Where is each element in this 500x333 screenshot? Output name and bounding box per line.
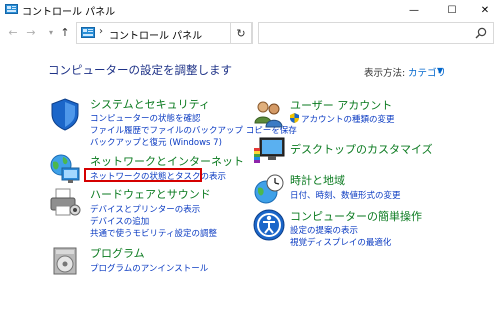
control-panel-icon <box>5 4 18 14</box>
chevron-down-icon[interactable]: ▼ <box>437 66 443 75</box>
refresh-button[interactable]: ↻ <box>230 22 252 44</box>
page-title: コンピューターの設定を調整します <box>48 63 232 77</box>
link-uninstall-program[interactable]: プログラムのアンインストール <box>90 262 208 274</box>
link-mobility-settings[interactable]: 共通で使うモビリティ設定の調整 <box>90 227 217 239</box>
link-optimize-display[interactable]: 視覚ディスプレイの最適化 <box>290 236 391 248</box>
shield-icon <box>51 98 79 131</box>
search-icon <box>475 27 487 39</box>
link-devices-printers[interactable]: デバイスとプリンターの表示 <box>90 203 200 215</box>
window-title: コントロール パネル <box>22 7 116 18</box>
network-globe-icon <box>50 154 80 183</box>
highlight-box <box>84 168 202 182</box>
uac-shield-icon <box>290 113 299 123</box>
printer-icon <box>50 188 81 216</box>
up-button[interactable]: ↑ <box>58 26 72 40</box>
link-backup-restore[interactable]: バックアップと復元 (Windows 7) <box>90 136 222 148</box>
category-title-network[interactable]: ネットワークとインターネット <box>90 153 244 169</box>
title-bar: コントロール パネル — ☐ ✕ <box>0 0 500 20</box>
close-button[interactable]: ✕ <box>470 0 500 20</box>
category-title-system[interactable]: システムとセキュリティ <box>90 96 210 112</box>
clock-globe-icon <box>254 174 284 204</box>
link-add-device[interactable]: デバイスの追加 <box>90 215 149 227</box>
minimize-button[interactable]: — <box>399 0 429 20</box>
link-date-time-format[interactable]: 日付、時刻、数値形式の変更 <box>290 189 401 201</box>
address-bar[interactable]: › コントロール パネル <box>76 22 253 44</box>
monitor-palette-icon <box>254 137 285 163</box>
category-title-programs[interactable]: プログラム <box>90 245 145 261</box>
breadcrumb-separator: › <box>99 26 103 37</box>
control-panel-icon <box>81 27 95 38</box>
category-title-clock[interactable]: 時計と地域 <box>290 172 345 188</box>
ease-of-access-icon <box>253 209 285 241</box>
category-title-hardware[interactable]: ハードウェアとサウンド <box>90 186 211 202</box>
link-change-account-type[interactable]: アカウントの種類の変更 <box>301 113 395 125</box>
search-input[interactable] <box>258 22 494 44</box>
category-title-ease-of-access[interactable]: コンピューターの簡単操作 <box>290 208 422 224</box>
category-title-user-accounts[interactable]: ユーザー アカウント <box>290 97 392 113</box>
recent-locations-button[interactable]: ▾ <box>44 26 58 40</box>
back-button[interactable]: ← <box>6 26 20 40</box>
forward-button[interactable]: → <box>24 26 38 40</box>
view-by-label: 表示方法: <box>364 68 406 79</box>
maximize-button[interactable]: ☐ <box>437 0 467 20</box>
breadcrumb[interactable]: コントロール パネル <box>109 27 202 42</box>
link-check-status[interactable]: コンピューターの状態を確認 <box>90 112 201 124</box>
programs-disc-icon <box>53 247 77 275</box>
category-title-desktop[interactable]: デスクトップのカスタマイズ <box>290 141 433 157</box>
users-icon <box>254 101 283 128</box>
link-suggested-settings[interactable]: 設定の提案の表示 <box>290 224 358 236</box>
